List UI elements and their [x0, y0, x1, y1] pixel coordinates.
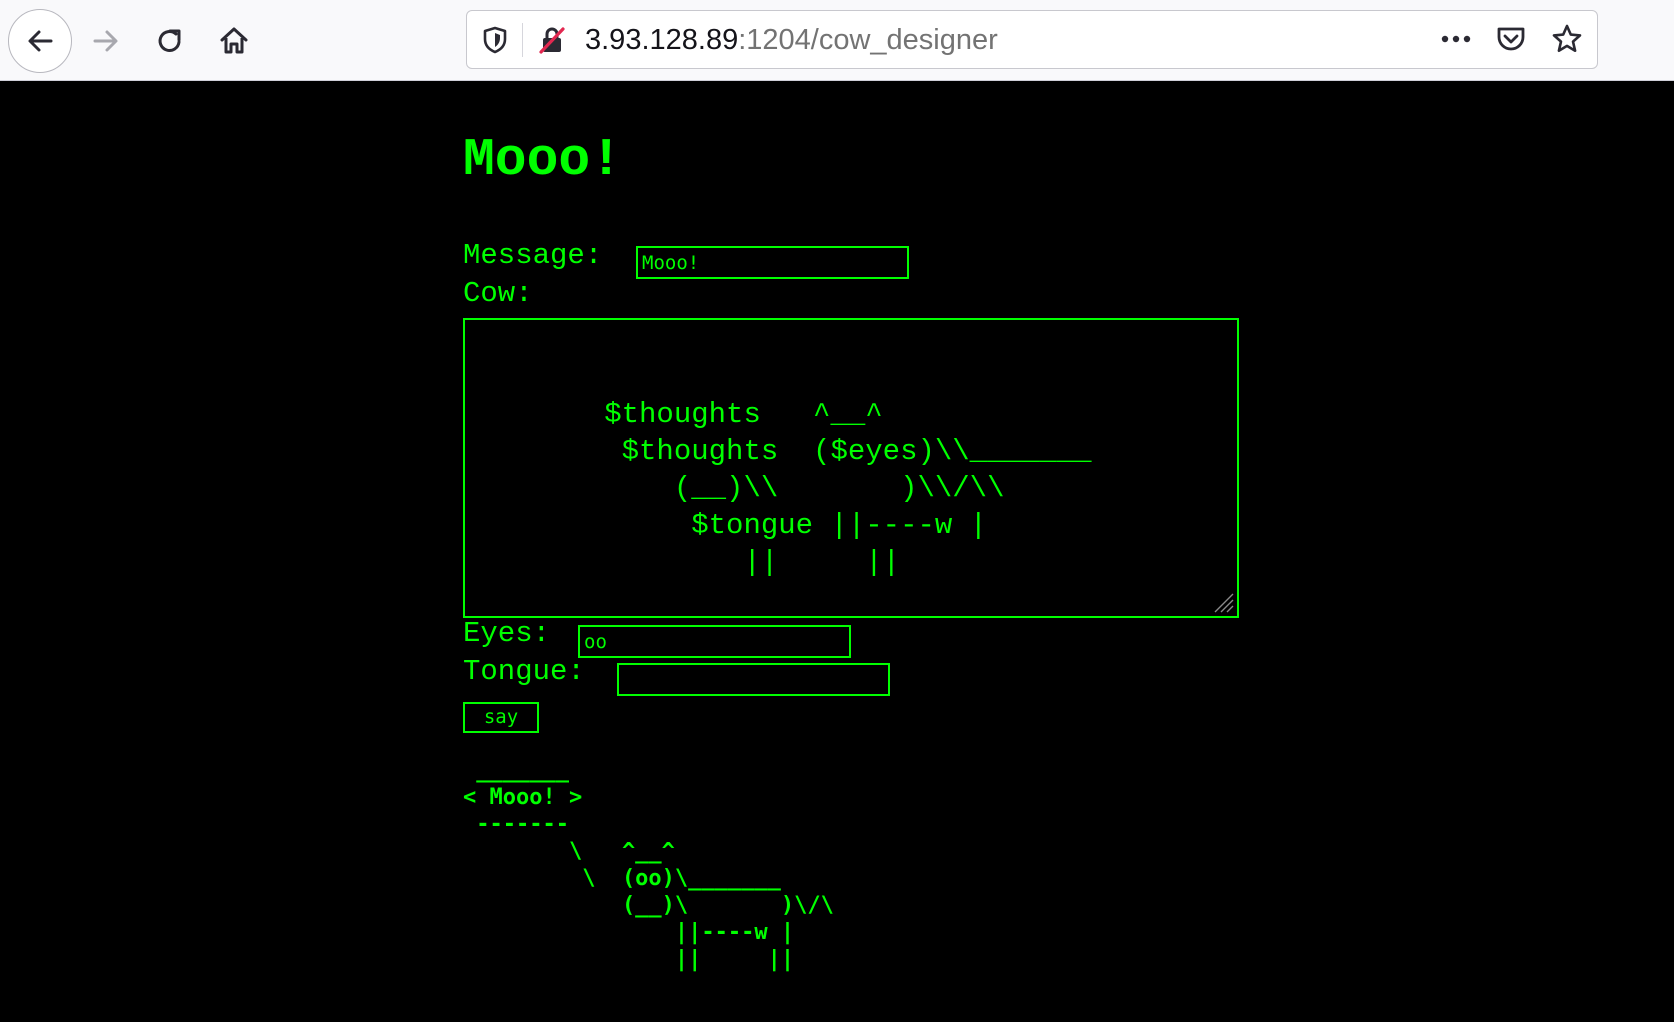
star-icon[interactable]	[1551, 23, 1583, 59]
home-icon	[220, 27, 248, 54]
page-title: Mooo!	[463, 130, 623, 190]
url-separator	[522, 23, 523, 57]
reload-icon	[158, 29, 181, 52]
reload-button[interactable]	[138, 9, 202, 73]
cow-output: _______ < Mooo! > ------- \ ^__^ \ (oo)\…	[463, 758, 834, 972]
cow-template-text: $thoughts ^__^ $thoughts ($eyes)\\______…	[604, 398, 1092, 579]
message-input[interactable]	[636, 246, 909, 279]
home-button[interactable]	[202, 9, 266, 73]
forward-arrow-icon	[93, 30, 118, 52]
cow-label: Cow:	[463, 277, 533, 310]
tongue-label: Tongue:	[463, 655, 585, 688]
forward-button[interactable]	[74, 9, 138, 73]
back-button[interactable]	[8, 9, 72, 73]
tongue-input[interactable]	[617, 663, 890, 696]
url-path: :1204/cow_designer	[738, 24, 998, 56]
pocket-icon[interactable]	[1495, 24, 1527, 58]
url-text[interactable]: 3.93.128.89:1204/cow_designer	[585, 23, 998, 57]
insecure-lock-icon[interactable]	[537, 25, 567, 59]
cow-template-textarea[interactable]: $thoughts ^__^ $thoughts ($eyes)\\______…	[463, 318, 1239, 618]
eyes-input[interactable]	[578, 625, 851, 658]
shield-icon[interactable]	[481, 25, 509, 59]
message-label: Message:	[463, 239, 603, 272]
eyes-label: Eyes:	[463, 617, 551, 650]
address-bar[interactable]: 3.93.128.89:1204/cow_designer	[466, 10, 1598, 69]
back-arrow-icon	[28, 30, 53, 52]
resize-grip-icon[interactable]	[1209, 588, 1235, 614]
more-dots-icon[interactable]	[1439, 27, 1473, 55]
browser-toolbar: 3.93.128.89:1204/cow_designer	[0, 0, 1674, 81]
say-button[interactable]: say	[463, 702, 539, 733]
url-host: 3.93.128.89	[585, 24, 739, 56]
